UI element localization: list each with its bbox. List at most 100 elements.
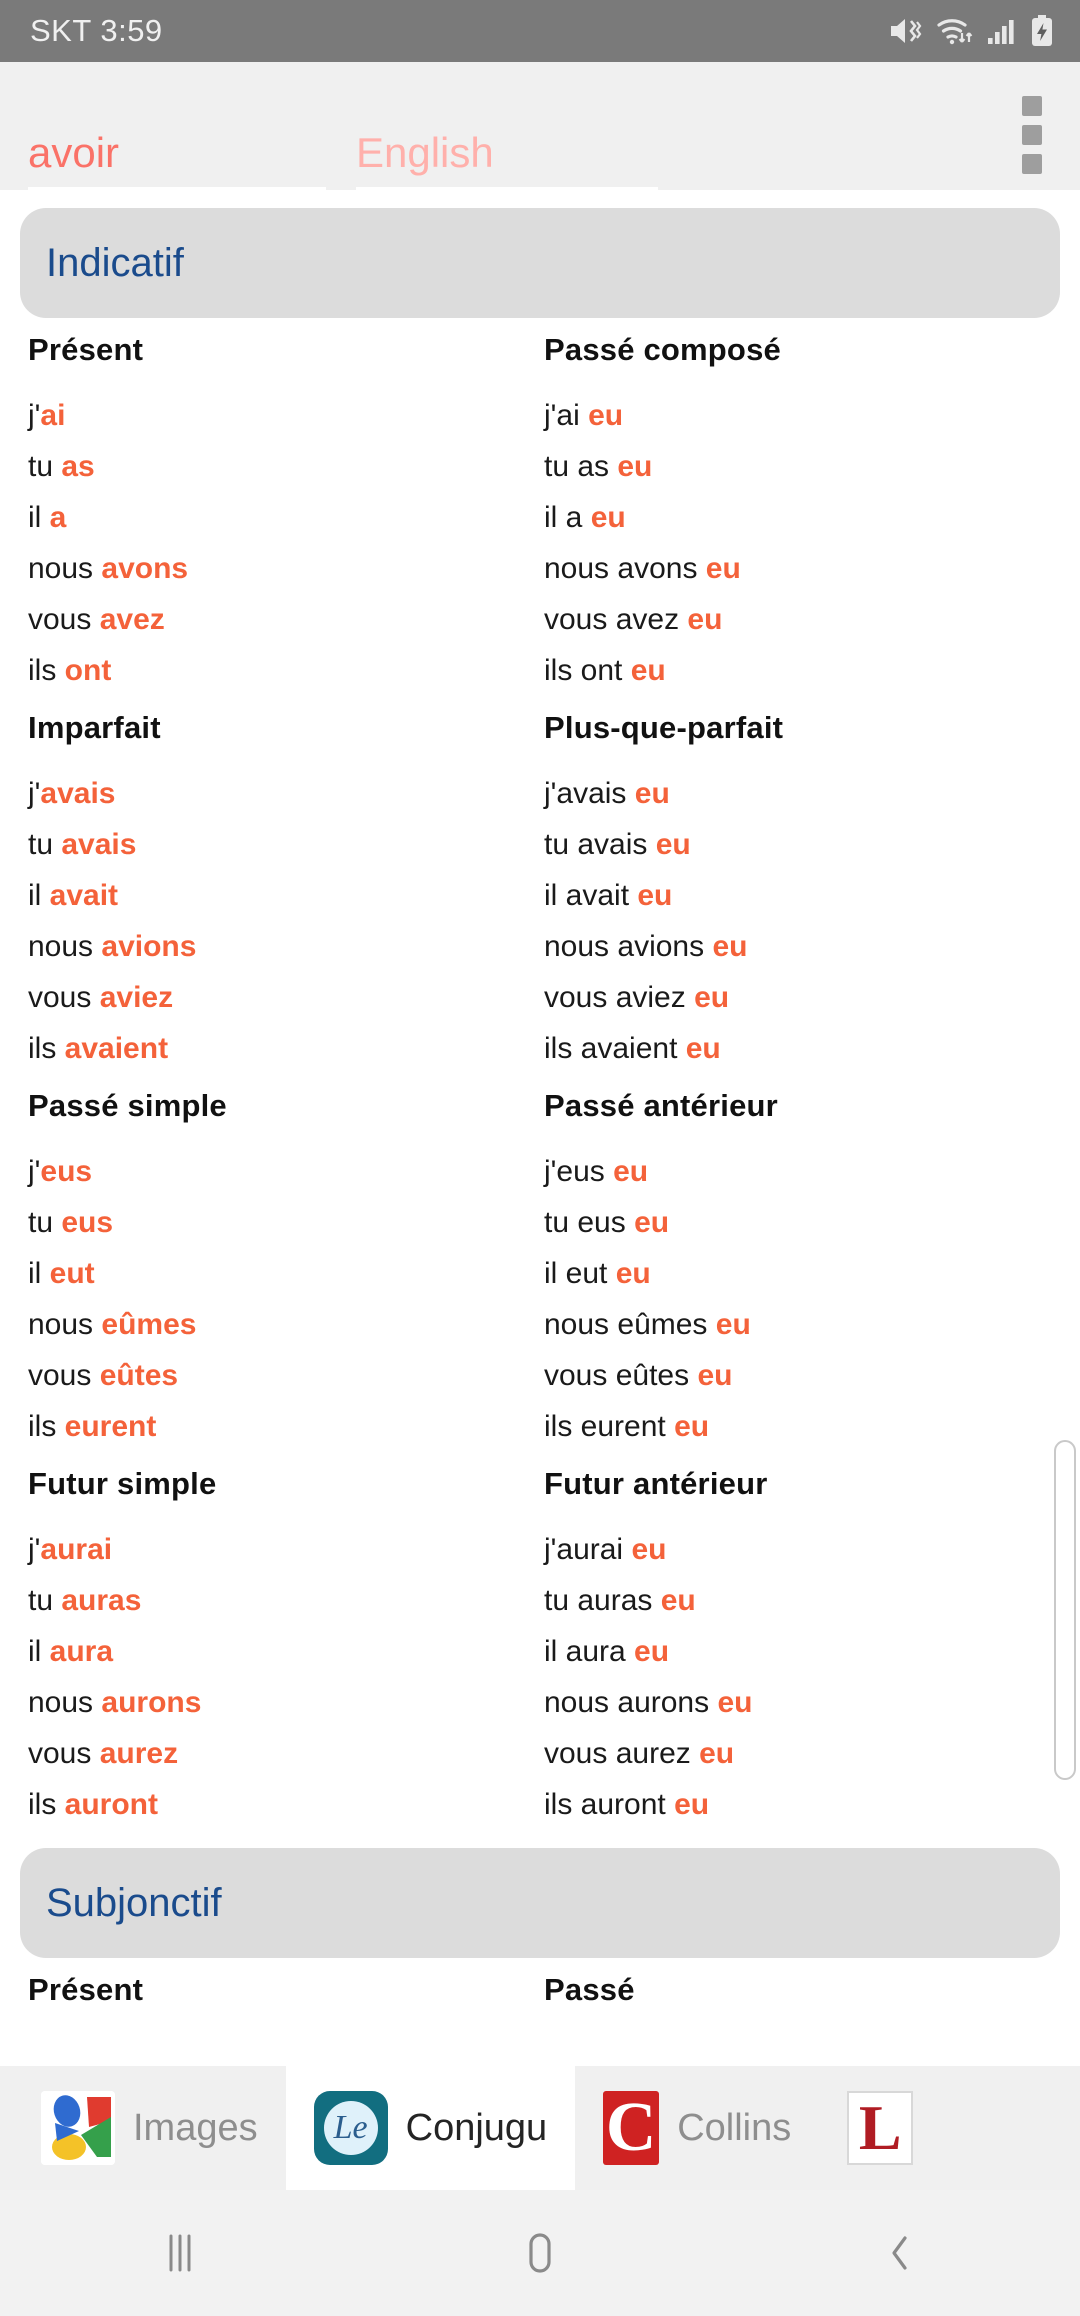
tense-block: Futur antérieur j'aurai eu tu auras eu il a… xyxy=(528,1452,1080,1830)
mute-vibrate-icon xyxy=(891,19,922,43)
conjugated-form: aura xyxy=(49,1635,114,1668)
app-tab[interactable]: L xyxy=(819,2066,914,2190)
pronoun-text: il xyxy=(28,1635,50,1668)
conjugated-form: aviez xyxy=(99,981,174,1014)
conjugation-line: il a eu xyxy=(528,492,1080,543)
conjugated-form: eu xyxy=(655,828,691,861)
conjugation-line: ils eurent eu xyxy=(528,1401,1080,1452)
language-input[interactable]: English xyxy=(356,128,658,190)
back-button[interactable] xyxy=(720,2230,1080,2276)
pronoun-text: tu avais xyxy=(544,828,656,861)
conjugu-monogram: Le xyxy=(323,2101,378,2155)
kebab-dot xyxy=(1022,96,1042,116)
pronoun-text: j' xyxy=(28,1155,41,1188)
conjugation-line: nous aurons xyxy=(28,1677,528,1728)
overflow-menu-icon[interactable] xyxy=(1006,96,1058,174)
app-tab[interactable]: C Collins xyxy=(575,2066,819,2190)
pronoun-text: il eut xyxy=(544,1257,616,1290)
conjugation-line: nous aurons eu xyxy=(528,1677,1080,1728)
conjugation-line: j'aurai eu xyxy=(528,1524,1080,1575)
conjugated-form: eu xyxy=(634,777,670,810)
conjugation-line: tu auras eu xyxy=(528,1575,1080,1626)
mood-header[interactable]: Indicatif xyxy=(20,208,1060,318)
conjugation-line: il aura eu xyxy=(528,1626,1080,1677)
conjugated-form: eu xyxy=(699,1737,735,1770)
conjugu-le-icon: Le xyxy=(313,2091,388,2165)
tense-row: Présent j'ai tu as il a nous avons vous avez i… xyxy=(0,318,1080,696)
tense-title: Passé composé xyxy=(544,332,781,367)
tense-title: Imparfait xyxy=(28,710,161,745)
vertical-scrollbar[interactable] xyxy=(1054,1440,1076,1780)
mood-header[interactable]: Subjonctif xyxy=(20,1848,1060,1958)
conjugation-line: vous avez eu xyxy=(528,594,1080,645)
phone-screen: SKT 3:59 avoir English Indicatif Présent… xyxy=(0,0,1080,2316)
recents-button[interactable] xyxy=(0,2230,360,2276)
pronoun-text: nous eûmes xyxy=(544,1308,716,1341)
conjugated-form: eûtes xyxy=(99,1359,179,1392)
tense-block: Passé antérieur j'eus eu tu eus eu il eut e… xyxy=(528,1074,1080,1452)
app-tab[interactable]: Images xyxy=(13,2066,286,2190)
pronoun-text: j' xyxy=(28,777,41,810)
app-tab[interactable]: Le Conjugu xyxy=(285,2066,576,2190)
pronoun-text: nous xyxy=(28,552,102,585)
home-button[interactable] xyxy=(360,2230,720,2276)
conjugated-form: eu xyxy=(634,1206,670,1239)
conjugated-form: aurons xyxy=(101,1686,202,1719)
pronoun-text: tu eus xyxy=(544,1206,635,1239)
pronoun-text: vous aviez xyxy=(544,981,695,1014)
conjugation-line: tu avais eu xyxy=(528,819,1080,870)
tense-row: Futur simple j'aurai tu auras il aura nous a… xyxy=(0,1452,1080,1830)
conjugation-line: nous eûmes eu xyxy=(528,1299,1080,1350)
recents-icon xyxy=(169,2234,191,2272)
conjugated-form: avons xyxy=(101,552,189,585)
pronoun-text: ils xyxy=(28,1788,65,1821)
conjugated-form: avez xyxy=(99,603,165,636)
tense-title: Passé xyxy=(544,1972,635,2007)
conjugation-line: j'ai xyxy=(28,390,528,441)
app-tab-strip[interactable]: s Images Le Conjugu C Collins L xyxy=(0,2066,1080,2190)
conjugation-line: tu eus xyxy=(28,1197,528,1248)
collins-c-icon: C xyxy=(603,2091,660,2165)
conjugated-form: eu xyxy=(712,930,748,963)
conjugation-line: vous aurez eu xyxy=(528,1728,1080,1779)
conjugated-form: a xyxy=(49,501,67,534)
tense-block: Présent j'ai tu as il a nous avons vous avez i… xyxy=(28,318,528,696)
tense-block: Passé simple j'eus tu eus il eut nous eûmes v… xyxy=(28,1074,528,1452)
pronoun-text: tu auras xyxy=(544,1584,661,1617)
conjugation-line: vous aviez xyxy=(28,972,528,1023)
conjugated-form: avais xyxy=(61,828,137,861)
pronoun-text: nous xyxy=(28,1686,102,1719)
conjugated-form: eu xyxy=(634,1635,670,1668)
conjugated-form: avais xyxy=(40,777,116,810)
verb-input[interactable]: avoir xyxy=(28,128,326,190)
conjugated-form: eu xyxy=(717,1686,753,1719)
conjugation-scroll-area[interactable]: Indicatif Présent j'ai tu as il a nous avons v… xyxy=(0,190,1080,2015)
google-images-icon xyxy=(41,2091,115,2165)
conjugation-line: il avait xyxy=(28,870,528,921)
app-tab-label: Collins xyxy=(677,2106,792,2149)
pronoun-text: il xyxy=(28,501,50,534)
conjugated-form: eu xyxy=(674,1788,710,1821)
conjugation-line: tu as xyxy=(28,441,528,492)
pronoun-text: vous eûtes xyxy=(544,1359,698,1392)
signal-icon xyxy=(988,20,1014,44)
pronoun-text: vous avez xyxy=(544,603,688,636)
pronoun-text: tu xyxy=(28,828,62,861)
conjugated-form: auras xyxy=(61,1584,142,1617)
conjugation-line: vous eûtes eu xyxy=(528,1350,1080,1401)
tense-block: Imparfait j'avais tu avais il avait nous avi… xyxy=(28,696,528,1074)
app-tab-label: Conjugu xyxy=(405,2106,548,2149)
pronoun-text: tu xyxy=(28,1584,62,1617)
pronoun-text: j'ai xyxy=(544,399,589,432)
conjugation-line: il eut xyxy=(28,1248,528,1299)
app-tab[interactable]: s xyxy=(0,2066,13,2190)
wifi-icon xyxy=(937,19,973,45)
conjugation-line: vous aurez xyxy=(28,1728,528,1779)
tense-row: Présentque j'aieque tu aiesqu'il aitque … xyxy=(0,1958,1080,2015)
pronoun-text: j'avais xyxy=(544,777,635,810)
verb-input-value: avoir xyxy=(28,129,120,176)
conjugation-line: j'eus eu xyxy=(528,1146,1080,1197)
conjugated-form: eus xyxy=(40,1155,93,1188)
pronoun-text: ils xyxy=(28,1032,65,1065)
conjugated-form: avait xyxy=(49,879,119,912)
